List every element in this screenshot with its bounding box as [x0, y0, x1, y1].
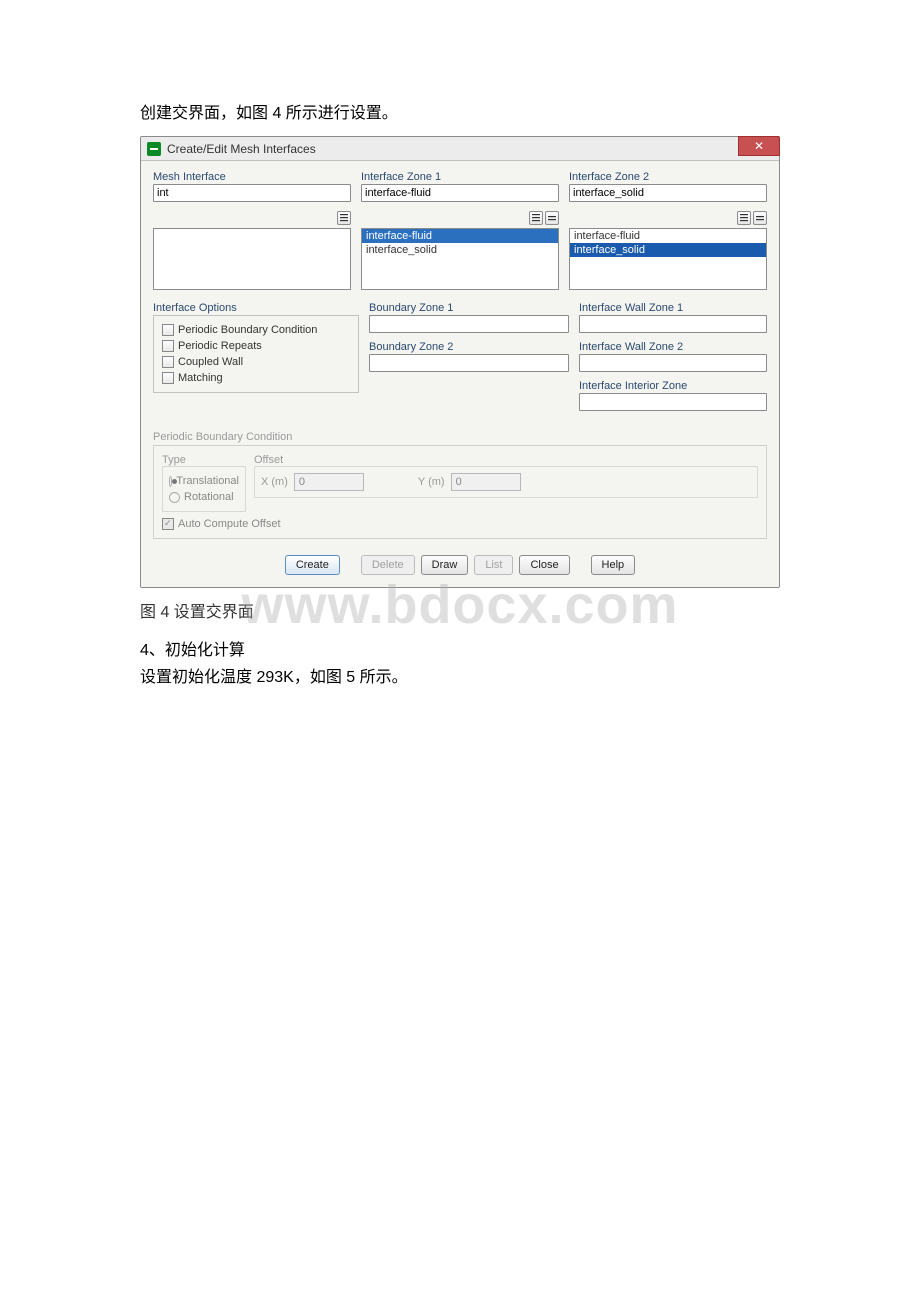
- help-button[interactable]: Help: [591, 555, 636, 575]
- titlebar: Create/Edit Mesh Interfaces ✕: [141, 137, 779, 161]
- periodic-repeats-checkbox[interactable]: [162, 340, 174, 352]
- type-group: Translational Rotational: [162, 466, 246, 512]
- list-item[interactable]: interface_solid: [362, 243, 558, 257]
- interface-zone2-input[interactable]: [569, 184, 767, 202]
- select-all-icon[interactable]: [737, 211, 751, 225]
- y-offset-label: Y (m): [418, 476, 445, 488]
- periodic-boundary-group-label: Periodic Boundary Condition: [153, 431, 767, 443]
- deselect-all-icon[interactable]: [545, 211, 559, 225]
- interface-options-group: Periodic Boundary Condition Periodic Rep…: [153, 315, 359, 393]
- list-item[interactable]: interface_solid: [570, 243, 766, 257]
- x-offset-input: [294, 473, 364, 491]
- translational-label: Translational: [176, 473, 239, 489]
- auto-compute-offset-label: Auto Compute Offset: [178, 518, 281, 530]
- interface-zone1-input[interactable]: [361, 184, 559, 202]
- mesh-interface-list[interactable]: [153, 228, 351, 290]
- create-edit-mesh-interfaces-dialog: Create/Edit Mesh Interfaces ✕ Mesh Inter…: [140, 136, 780, 588]
- translational-radio: [169, 476, 172, 487]
- close-icon[interactable]: ✕: [738, 136, 780, 156]
- deselect-all-icon[interactable]: [753, 211, 767, 225]
- interface-interior-zone-input[interactable]: [579, 393, 767, 411]
- periodic-repeats-label: Periodic Repeats: [178, 338, 262, 354]
- list-button: List: [474, 555, 513, 575]
- close-button[interactable]: Close: [519, 555, 569, 575]
- interface-zone1-list[interactable]: interface-fluid interface_solid: [361, 228, 559, 290]
- delete-button: Delete: [361, 555, 415, 575]
- button-row: Create Delete Draw List Close Help: [153, 545, 767, 575]
- periodic-boundary-label: Periodic Boundary Condition: [178, 322, 317, 338]
- offset-label: Offset: [254, 454, 758, 466]
- rotational-label: Rotational: [184, 489, 234, 505]
- select-all-icon[interactable]: [529, 211, 543, 225]
- intro-paragraph: 创建交界面，如图 4 所示进行设置。: [140, 100, 780, 128]
- boundary-zone1-input[interactable]: [369, 315, 569, 333]
- app-icon: [147, 142, 161, 156]
- periodic-boundary-checkbox[interactable]: [162, 324, 174, 336]
- coupled-wall-label: Coupled Wall: [178, 354, 243, 370]
- interface-wall-zone1-input[interactable]: [579, 315, 767, 333]
- boundary-zone2-label: Boundary Zone 2: [369, 341, 569, 353]
- interface-wall-zone1-label: Interface Wall Zone 1: [579, 302, 767, 314]
- matching-label: Matching: [178, 370, 223, 386]
- interface-options-label: Interface Options: [153, 302, 359, 314]
- window-title: Create/Edit Mesh Interfaces: [167, 142, 316, 156]
- window-body: Mesh Interface Interface Zone 1 Interfac…: [141, 161, 779, 587]
- interface-zone2-label: Interface Zone 2: [569, 171, 767, 183]
- y-offset-input: [451, 473, 521, 491]
- interface-zone2-list[interactable]: interface-fluid interface_solid: [569, 228, 767, 290]
- coupled-wall-checkbox[interactable]: [162, 356, 174, 368]
- mesh-interface-label: Mesh Interface: [153, 171, 351, 183]
- interface-wall-zone2-label: Interface Wall Zone 2: [579, 341, 767, 353]
- draw-button[interactable]: Draw: [421, 555, 469, 575]
- interface-zone1-label: Interface Zone 1: [361, 171, 559, 183]
- interface-interior-zone-label: Interface Interior Zone: [579, 380, 767, 392]
- x-offset-label: X (m): [261, 476, 288, 488]
- type-label: Type: [162, 454, 246, 466]
- mesh-interface-input[interactable]: [153, 184, 351, 202]
- rotational-radio: [169, 492, 180, 503]
- list-icon[interactable]: [337, 211, 351, 225]
- matching-checkbox[interactable]: [162, 372, 174, 384]
- section4-heading: 4、初始化计算: [140, 636, 780, 660]
- create-button[interactable]: Create: [285, 555, 340, 575]
- auto-compute-offset-checkbox: [162, 518, 174, 530]
- figure4-caption: 图 4 设置交界面: [140, 598, 780, 622]
- boundary-zone1-label: Boundary Zone 1: [369, 302, 569, 314]
- interface-wall-zone2-input[interactable]: [579, 354, 767, 372]
- init-paragraph: 设置初始化温度 293K，如图 5 所示。: [140, 664, 780, 692]
- list-item[interactable]: interface-fluid: [362, 229, 558, 243]
- periodic-boundary-group: Type Translational Rotational Offset X (…: [153, 445, 767, 539]
- list-item[interactable]: interface-fluid: [570, 229, 766, 243]
- boundary-zone2-input[interactable]: [369, 354, 569, 372]
